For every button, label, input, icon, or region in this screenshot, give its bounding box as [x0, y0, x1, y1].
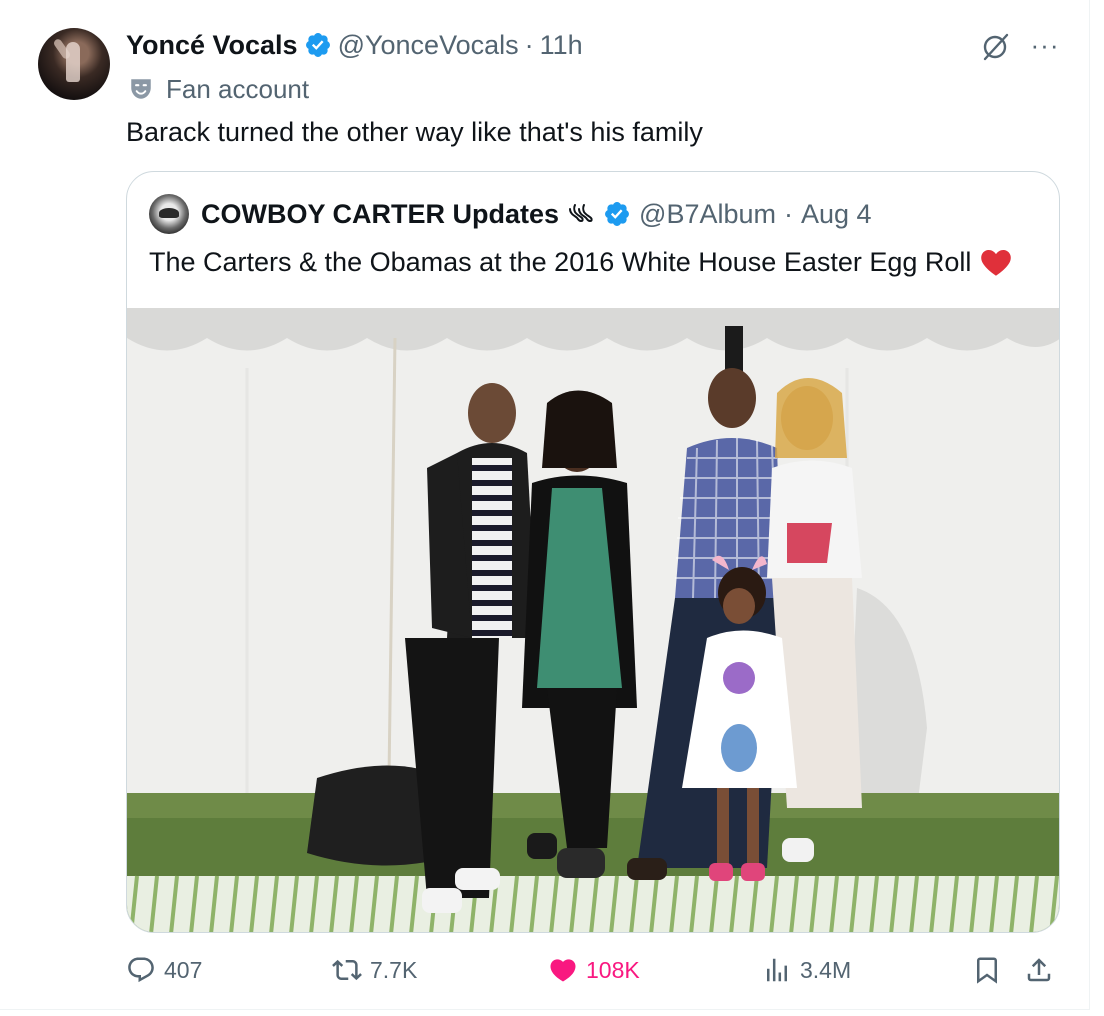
views-count: 3.4M — [800, 956, 852, 983]
account-label: Fan account — [128, 72, 309, 106]
quoted-avatar[interactable] — [149, 194, 189, 234]
tweet-card[interactable]: Yoncé Vocals @YonceVocals · 11h ··· Fan … — [0, 0, 1090, 1010]
quoted-date[interactable]: Aug 4 — [801, 199, 872, 230]
quoted-text: The Carters & the Obamas at the 2016 Whi… — [149, 242, 1013, 282]
quoted-text-body: The Carters & the Obamas at the 2016 Whi… — [149, 247, 972, 277]
share-button[interactable] — [1024, 950, 1054, 990]
separator-dot: · — [784, 198, 793, 229]
account-label-text: Fan account — [166, 73, 310, 104]
author-display-name[interactable]: Yoncé Vocals — [126, 30, 298, 61]
fan-mask-icon — [131, 79, 151, 99]
verified-badge-icon — [605, 202, 629, 226]
repost-count: 7.7K — [370, 956, 418, 983]
separator-dot: · — [524, 29, 534, 60]
repost-button[interactable]: 7.7K — [332, 950, 417, 990]
quoted-handle[interactable]: @B7Album — [639, 199, 776, 230]
quoted-display-name[interactable]: COWBOY CARTER Updates — [201, 199, 559, 230]
cowboy-boots-icon — [569, 204, 593, 223]
heart-icon — [550, 959, 576, 982]
like-count: 108K — [586, 956, 640, 983]
bookmark-icon — [977, 957, 997, 984]
tweet-time[interactable]: 11h — [540, 30, 583, 61]
reply-icon — [128, 957, 154, 983]
bookmark-button[interactable] — [972, 950, 1002, 990]
more-icon[interactable]: ··· — [1028, 30, 1062, 60]
red-heart-emoji-icon — [981, 249, 1012, 276]
tweet-header: Yoncé Vocals @YonceVocals · 11h — [126, 28, 583, 62]
grok-icon[interactable] — [980, 32, 1010, 62]
share-icon — [1027, 958, 1051, 982]
tweet-text: Barack turned the other way like that's … — [126, 117, 703, 147]
verified-badge-icon — [305, 33, 330, 57]
author-handle[interactable]: @YonceVocals — [338, 30, 519, 61]
repost-icon — [332, 959, 362, 981]
photo-illustration — [127, 308, 1059, 932]
quoted-header: COWBOY CARTER Updates @B7Album · Aug 4 — [149, 194, 872, 234]
quoted-photo[interactable] — [127, 308, 1059, 932]
action-bar: 407 7.7K 108K 3.4M — [126, 950, 1066, 990]
quoted-tweet[interactable]: COWBOY CARTER Updates @B7Album · Aug 4 T… — [126, 171, 1060, 933]
like-button[interactable]: 108K — [548, 950, 640, 990]
reply-button[interactable]: 407 — [126, 950, 202, 990]
views-button[interactable]: 3.4M — [762, 950, 851, 990]
reply-count: 407 — [164, 956, 203, 983]
views-icon — [767, 958, 787, 982]
author-avatar[interactable] — [38, 28, 110, 100]
